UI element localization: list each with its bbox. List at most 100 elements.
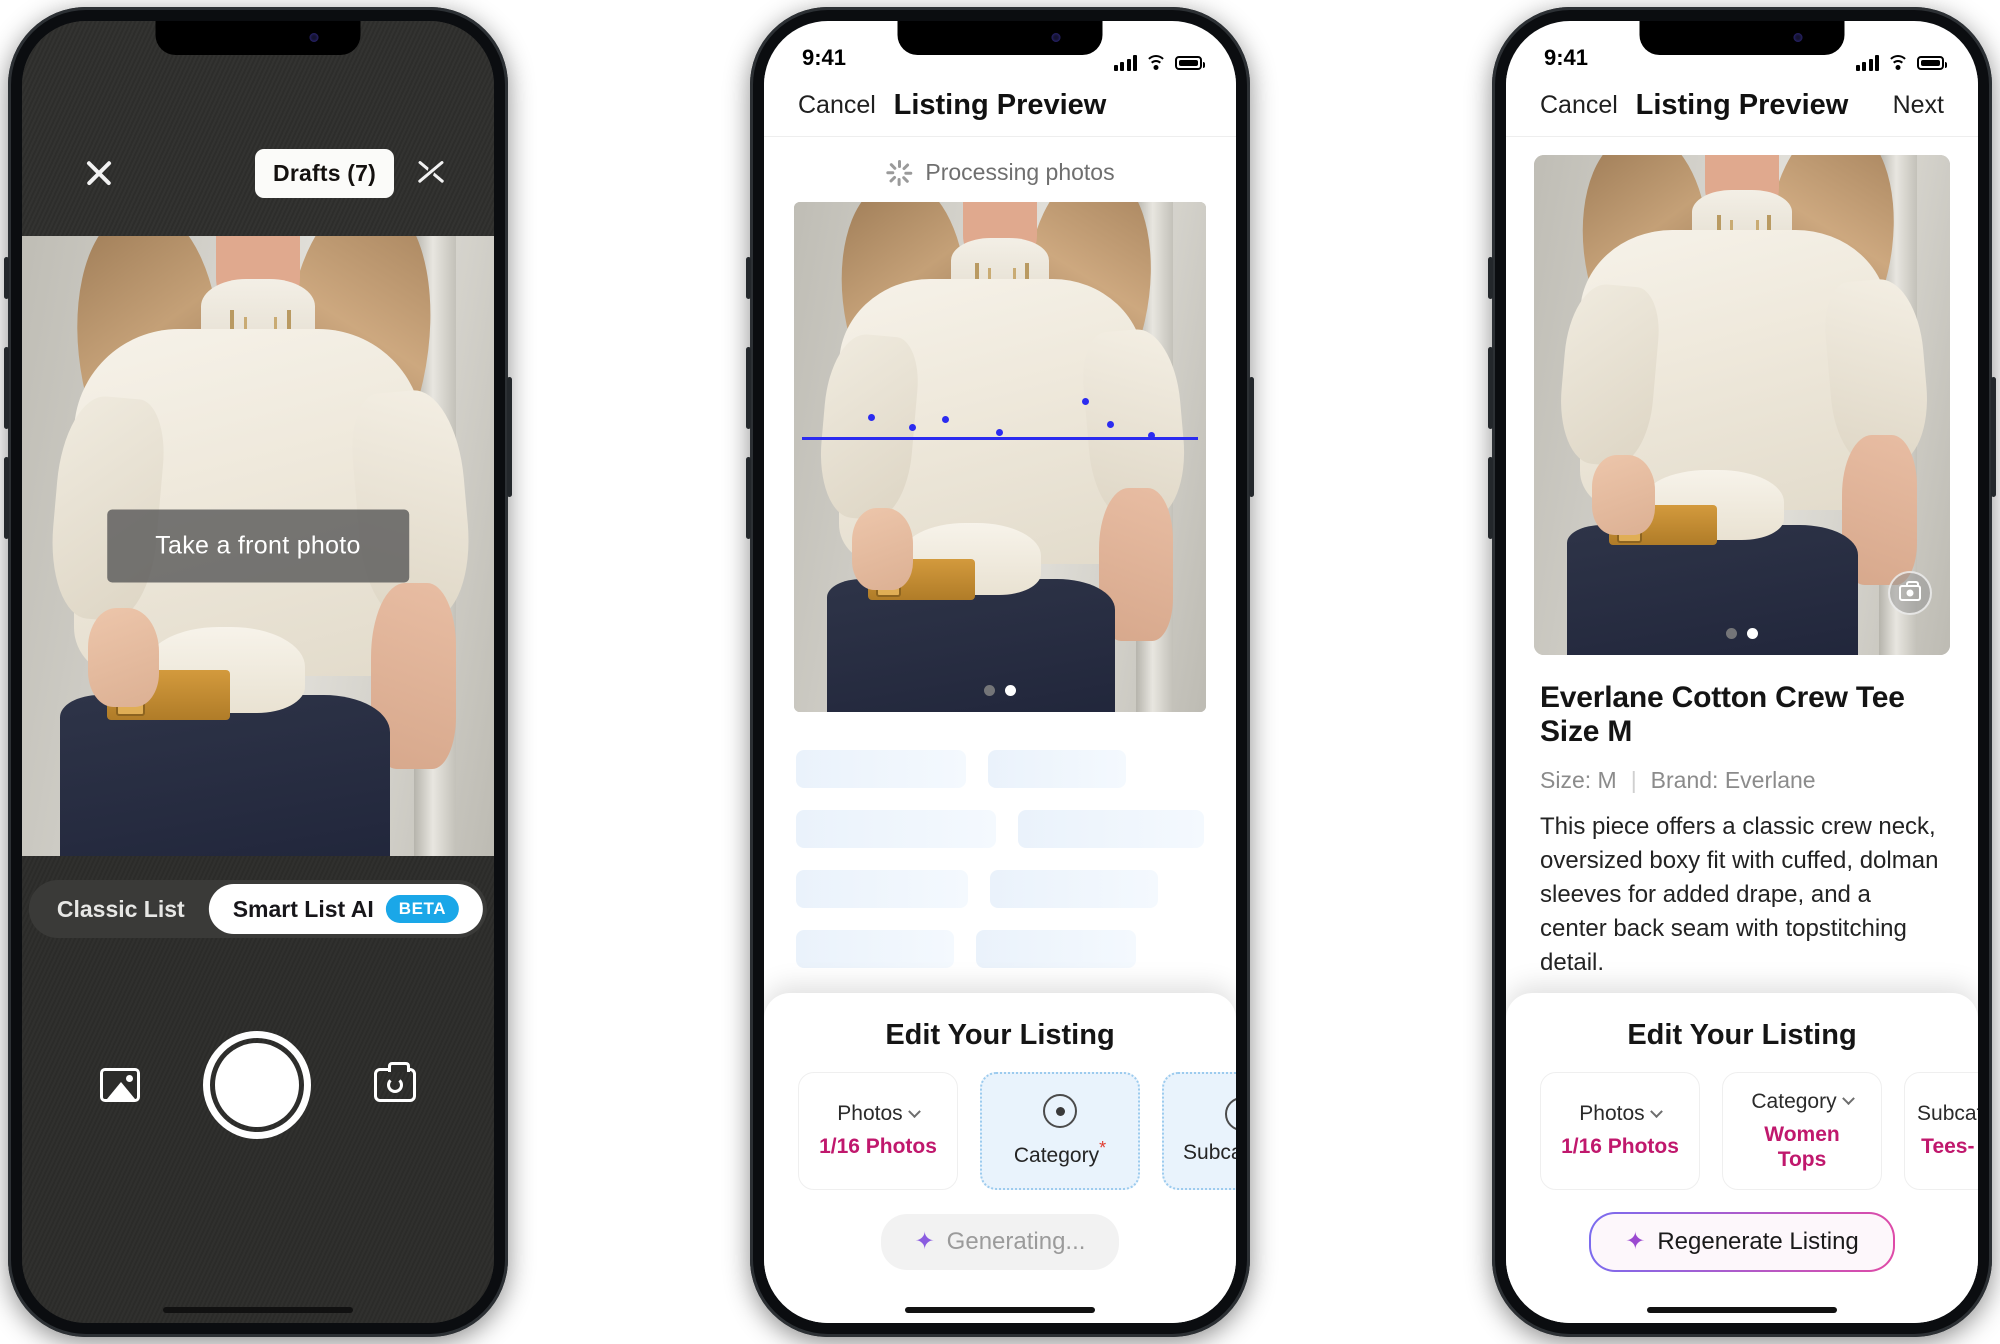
cellular-signal-icon <box>1113 55 1137 71</box>
camera-flip-icon[interactable] <box>374 1062 416 1102</box>
device-notch <box>155 21 361 55</box>
listing-description: This piece offers a classic crew neck, o… <box>1540 813 1939 977</box>
listing-photo <box>1534 155 1950 655</box>
processing-status: Processing photos <box>764 137 1236 202</box>
camera-controls <box>22 1031 494 1139</box>
wifi-icon <box>1145 55 1167 71</box>
home-indicator <box>905 1307 1095 1313</box>
pager-dot[interactable] <box>984 685 995 696</box>
regenerate-listing-button[interactable]: ✦ Regenerate Listing <box>1589 1212 1895 1272</box>
cellular-signal-icon <box>1855 55 1879 71</box>
phone-3-generated-listing: 9:41 Cancel Listing Preview Next Everlan… <box>1488 7 1996 1337</box>
chip-label: Subcategory <box>1917 1102 1978 1126</box>
listing-skeleton-loader <box>764 712 1236 968</box>
phone-volume-up-button <box>4 347 9 429</box>
attribute-chip-row[interactable]: Photos 1/16 Photos Category Women Tops S… <box>1506 1072 1978 1190</box>
chip-category[interactable]: Category* <box>980 1072 1140 1190</box>
phone-power-button <box>1991 377 1996 497</box>
three-phone-showcase: Drafts (7) Take a front photo Classic Li… <box>0 0 2000 1344</box>
chip-value: Tees- Short.. <box>1921 1135 1978 1159</box>
chip-category[interactable]: Category Women Tops <box>1722 1072 1882 1190</box>
mode-option-classic-list[interactable]: Classic List <box>33 885 209 934</box>
navigation-bar: Cancel Listing Preview Next <box>1506 75 1978 137</box>
front-camera-dot <box>309 33 319 42</box>
pager-dot[interactable] <box>1726 628 1737 639</box>
gallery-icon[interactable] <box>100 1068 140 1102</box>
pager-dot-active[interactable] <box>1005 685 1016 696</box>
ai-scan-line <box>802 436 1198 440</box>
list-mode-toggle[interactable]: Classic List Smart List AI BETA <box>28 880 488 938</box>
mode-option-smart-list-ai[interactable]: Smart List AI BETA <box>208 884 484 934</box>
loading-spinner-icon <box>885 159 913 186</box>
meta-divider: | <box>1630 767 1637 793</box>
chip-value: 1/16 Photos <box>1561 1135 1679 1159</box>
generating-button: ✦ Generating... <box>880 1214 1120 1270</box>
chip-label: Photos <box>1579 1102 1645 1126</box>
chip-subcategory[interactable]: Subcategory Tees- Short.. <box>1904 1072 1978 1190</box>
mode-option-label: Smart List AI <box>232 895 374 922</box>
camera-icon[interactable] <box>1888 571 1932 615</box>
status-time: 9:41 <box>802 45 847 70</box>
phone-mute-switch <box>4 257 9 299</box>
regenerate-label: Regenerate Listing <box>1657 1228 1859 1255</box>
next-button[interactable]: Next <box>1866 91 1944 120</box>
battery-icon <box>1175 56 1205 70</box>
camera-viewfinder[interactable]: Take a front photo <box>22 236 494 856</box>
phone-2-processing: 9:41 Cancel Listing Preview Processing p… <box>746 7 1254 1337</box>
shutter-button[interactable] <box>203 1031 311 1139</box>
page-title: Listing Preview <box>893 89 1107 121</box>
listing-meta: Size: M | Brand: Everlane <box>1540 767 1944 794</box>
flash-off-icon[interactable] <box>414 155 448 189</box>
listing-preview-result-screen: 9:41 Cancel Listing Preview Next Everlan… <box>1506 21 1978 1323</box>
pager-dot-active[interactable] <box>1747 628 1758 639</box>
cancel-button[interactable]: Cancel <box>1540 91 1618 120</box>
phone-power-button <box>507 377 512 497</box>
status-bar: 9:41 <box>764 21 1236 75</box>
phone-volume-down-button <box>746 457 751 539</box>
listing-size: Size: M <box>1540 767 1617 793</box>
carousel-pager[interactable] <box>1726 628 1758 639</box>
chip-label: Category <box>1013 1144 1100 1167</box>
carousel-pager[interactable] <box>984 685 1016 696</box>
navigation-bar: Cancel Listing Preview <box>764 75 1236 137</box>
battery-icon <box>1917 56 1947 70</box>
sheet-title: Edit Your Listing <box>1627 1019 1857 1051</box>
phone-volume-up-button <box>746 347 751 429</box>
home-indicator <box>163 1307 353 1313</box>
attribute-chip-row[interactable]: Photos 1/16 Photos Category* Subcategory… <box>764 1072 1236 1190</box>
ai-scan-point <box>995 428 1003 436</box>
chip-label: Photos <box>837 1102 903 1126</box>
phone-mute-switch <box>1488 257 1493 299</box>
status-time: 9:41 <box>1544 45 1589 70</box>
capture-hint-label: Take a front photo <box>107 509 409 583</box>
listing-title: Everlane Cotton Crew Tee Size M <box>1540 681 1905 748</box>
chip-photos[interactable]: Photos 1/16 Photos <box>1540 1072 1700 1190</box>
chip-subcategory[interactable]: Subcategory <box>1162 1072 1236 1190</box>
phone-volume-down-button <box>4 457 9 539</box>
listing-preview-processing-screen: 9:41 Cancel Listing Preview Processing p… <box>764 21 1236 1323</box>
chevron-down-icon <box>907 1105 921 1118</box>
wifi-icon <box>1887 55 1909 71</box>
cancel-button[interactable]: Cancel <box>798 91 876 120</box>
camera-screen: Drafts (7) Take a front photo Classic Li… <box>22 21 494 1323</box>
close-icon[interactable] <box>82 156 116 190</box>
photo-carousel[interactable] <box>1534 155 1950 655</box>
home-indicator <box>1647 1307 1837 1313</box>
status-bar: 9:41 <box>1506 21 1978 75</box>
page-title: Listing Preview <box>1635 89 1849 121</box>
chip-label: Category <box>1751 1089 1837 1113</box>
sheet-title: Edit Your Listing <box>885 1019 1115 1051</box>
chip-value: Women Tops <box>1764 1122 1840 1171</box>
drafts-button[interactable]: Drafts (7) <box>255 149 394 198</box>
chevron-down-icon <box>1841 1092 1855 1106</box>
listing-photo <box>794 202 1206 712</box>
camera-bottom-bar: Classic List Smart List AI BETA <box>22 856 494 1323</box>
phone-volume-down-button <box>1488 457 1493 539</box>
chip-photos[interactable]: Photos 1/16 Photos <box>798 1072 958 1190</box>
sparkle-icon: ✦ <box>1625 1228 1646 1255</box>
sparkle-icon: ✦ <box>914 1228 935 1255</box>
required-marker: * <box>1099 1138 1107 1158</box>
phone-mute-switch <box>746 257 751 299</box>
chip-loading-icon <box>1043 1094 1077 1128</box>
photo-carousel[interactable] <box>794 202 1206 712</box>
